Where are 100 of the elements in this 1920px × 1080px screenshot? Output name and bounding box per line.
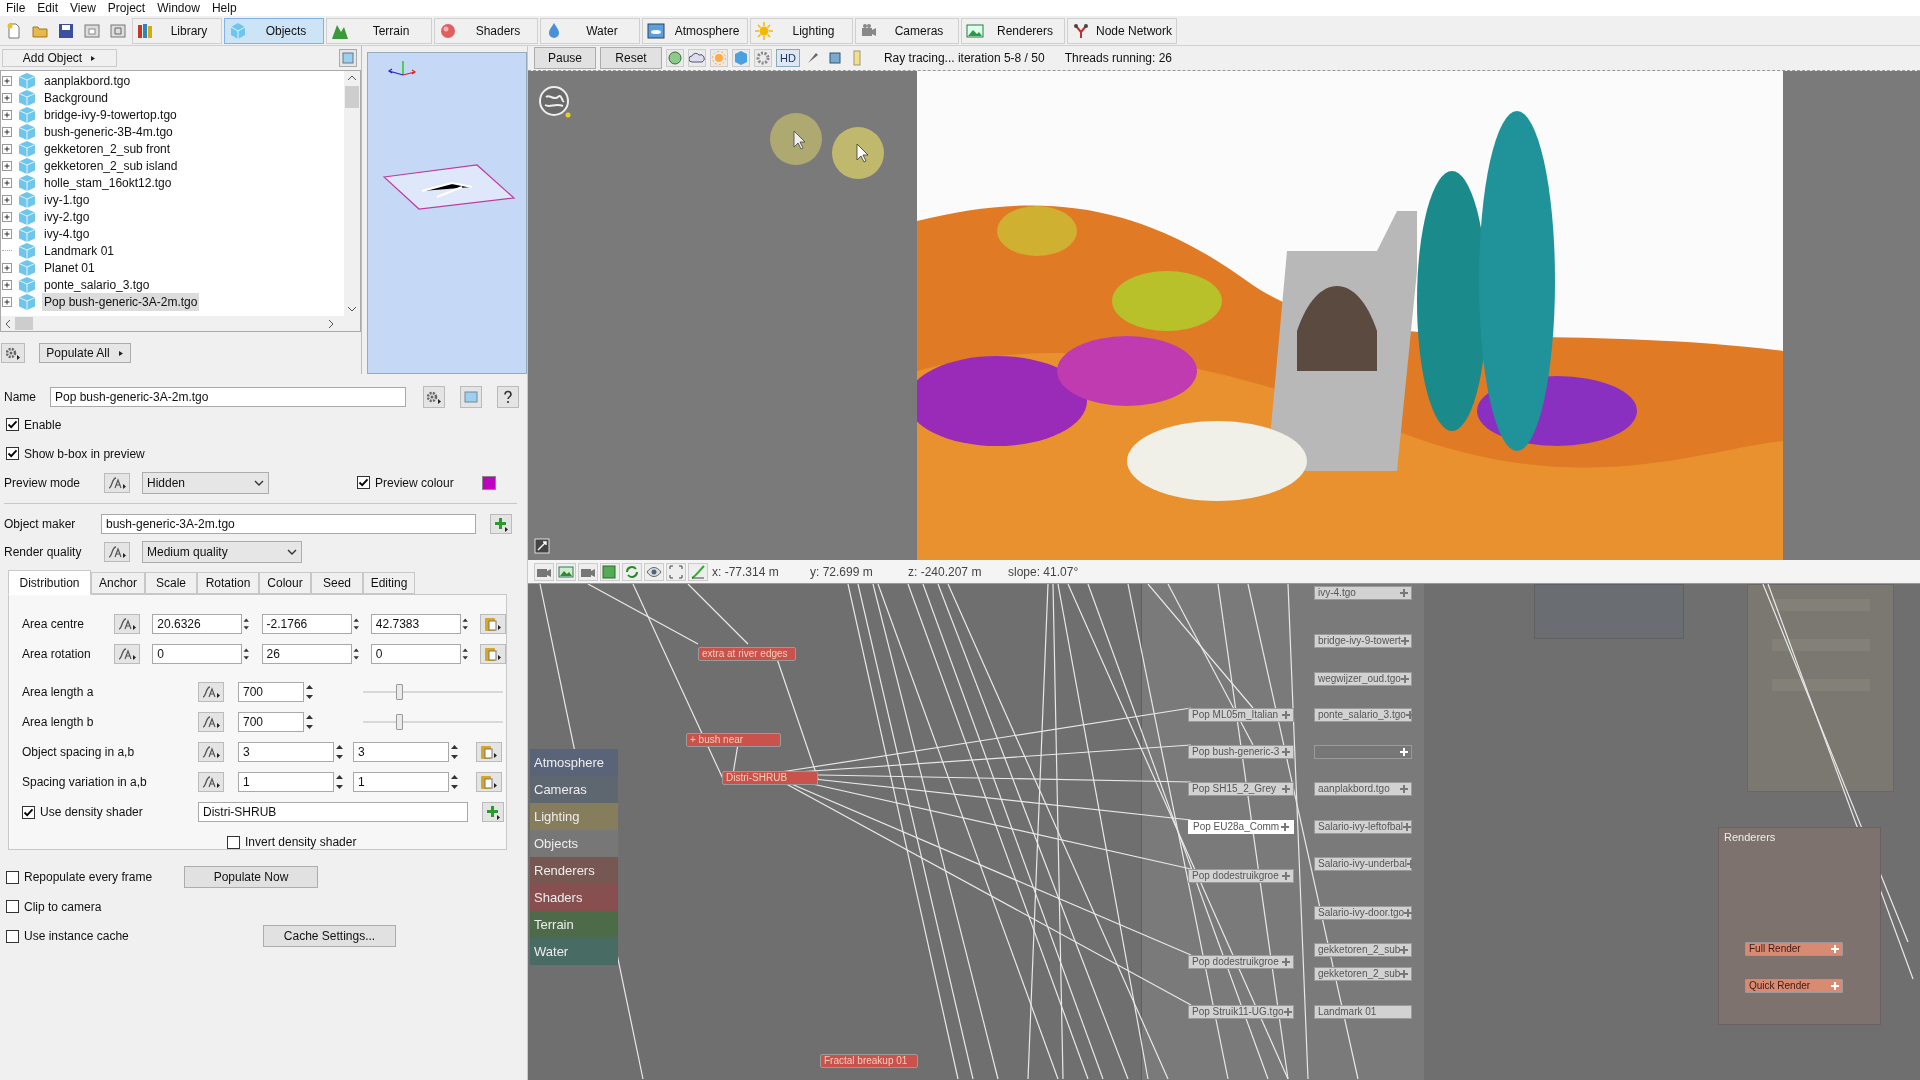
category-item[interactable]: Terrain [530, 911, 618, 938]
expand-icon[interactable] [2, 126, 12, 137]
checkbox[interactable] [6, 929, 19, 943]
tree-item[interactable]: Planet 01 [42, 258, 97, 277]
expand-icon[interactable] [2, 279, 12, 290]
plus-icon[interactable] [1282, 711, 1290, 719]
category-item[interactable]: Water [530, 938, 618, 965]
plus-icon[interactable] [1831, 982, 1839, 990]
expand-icon[interactable] [2, 194, 12, 205]
category-item[interactable]: Lighting [530, 803, 618, 830]
toolbar-tab[interactable]: Library [132, 17, 222, 44]
expand-icon[interactable] [2, 160, 12, 171]
plus-icon[interactable] [1400, 970, 1409, 978]
node[interactable] [1314, 745, 1412, 759]
node[interactable]: Pop dodestruikgroe [1188, 869, 1294, 883]
toolbar-button[interactable] [622, 562, 642, 581]
toolbar-tab[interactable]: Renderers [961, 17, 1065, 44]
node[interactable]: gekketoren_2_sub [1314, 943, 1412, 957]
expand-icon[interactable] [2, 109, 12, 120]
tab[interactable]: Distribution [8, 570, 91, 595]
function-button[interactable] [114, 644, 140, 664]
function-button[interactable] [198, 742, 224, 762]
node[interactable]: aanplakbord.tgo [1314, 782, 1412, 796]
node[interactable]: Salario-ivy-leftofbal [1314, 820, 1412, 834]
tree-item[interactable]: gekketoren_2_sub island [42, 156, 180, 175]
node[interactable]: Pop bush-generic-3 [1188, 745, 1294, 759]
function-button[interactable] [198, 772, 224, 792]
paste-button[interactable] [476, 772, 502, 792]
toolbar-tab[interactable]: Node Network [1067, 17, 1177, 44]
checkbox[interactable] [6, 418, 19, 431]
plus-icon[interactable] [1282, 872, 1290, 880]
menu-item[interactable]: Help [205, 0, 243, 16]
tab[interactable]: Anchor [91, 572, 145, 594]
category-item[interactable]: Renderers [530, 857, 618, 884]
input-field[interactable]: 42.7383 [370, 614, 461, 634]
plus-icon[interactable] [1400, 748, 1408, 756]
plus-icon[interactable] [1282, 958, 1290, 966]
toolbar-button[interactable] [556, 562, 576, 581]
scrollbar-thumb[interactable] [345, 86, 359, 108]
input-field[interactable]: 0 [152, 644, 243, 664]
add-button[interactable] [490, 514, 512, 534]
globe-icon[interactable] [538, 85, 572, 119]
checkbox[interactable] [22, 805, 35, 819]
tree-item[interactable]: gekketoren_2_sub front [42, 139, 173, 158]
toolbar-button[interactable] [534, 562, 554, 581]
tab[interactable]: Rotation [197, 572, 259, 594]
tab[interactable]: Editing [363, 572, 415, 594]
menu-item[interactable]: Window [151, 0, 206, 16]
expand-icon[interactable] [2, 296, 12, 307]
toolbar-button[interactable]: Reset [600, 47, 662, 69]
input-field[interactable]: 0 [370, 644, 461, 664]
function-button[interactable] [198, 682, 224, 702]
plus-icon[interactable] [1400, 946, 1409, 954]
plus-icon[interactable] [1400, 637, 1409, 645]
input-field[interactable]: 3 [238, 742, 334, 762]
settings-button[interactable] [422, 386, 445, 408]
tree-item[interactable]: ivy-2.tgo [42, 207, 92, 226]
horizontal-scrollbar[interactable] [1, 316, 360, 331]
slider[interactable] [363, 684, 503, 700]
plus-icon[interactable] [1406, 860, 1415, 868]
input-field[interactable]: 700 [238, 712, 304, 732]
plus-icon[interactable] [1282, 785, 1290, 793]
node[interactable]: Quick Render [1745, 979, 1843, 993]
input-field[interactable]: Distri-SHRUB [198, 802, 468, 822]
node[interactable]: Pop ML05m_Italian [1188, 708, 1294, 722]
node[interactable]: Salario-ivy-door.tgo [1314, 906, 1412, 920]
checkbox[interactable] [227, 835, 240, 849]
add-object-button[interactable]: Add Object [2, 49, 117, 67]
plus-icon[interactable] [1404, 909, 1413, 917]
menu-item[interactable]: Project [101, 0, 152, 16]
slider-thumb[interactable] [396, 714, 404, 730]
input-field[interactable]: -2.1766 [261, 614, 352, 634]
toolbar-button[interactable] [644, 562, 664, 581]
tab[interactable]: Scale [145, 572, 197, 594]
plus-icon[interactable] [1405, 711, 1414, 719]
plus-icon[interactable] [1281, 823, 1289, 831]
toolbar-tab[interactable]: Terrain [326, 17, 432, 44]
populate-now-button[interactable]: Populate Now [184, 866, 318, 888]
input-field[interactable]: bush-generic-3A-2m.tgo [101, 514, 476, 534]
tree-item[interactable]: Background [42, 88, 111, 107]
tree-item[interactable]: aanplakbord.tgo [42, 71, 133, 90]
node[interactable]: wegwijzer_oud.tgo [1314, 672, 1412, 686]
menu-item[interactable]: View [64, 0, 102, 16]
plus-icon[interactable] [1400, 785, 1408, 793]
spinner-arrows-icon[interactable] [304, 712, 315, 732]
node[interactable]: bridge-ivy-9-towert [1314, 634, 1412, 648]
input-field[interactable]: 3 [353, 742, 449, 762]
node[interactable]: ponte_salario_3.tgo [1314, 708, 1412, 722]
toolbar-button[interactable] [666, 49, 684, 67]
cache-settings-button[interactable]: Cache Settings... [263, 925, 396, 947]
category-item[interactable]: Cameras [530, 776, 618, 803]
toolbar-button[interactable] [688, 49, 706, 67]
vertical-scrollbar[interactable] [344, 71, 360, 316]
add-button[interactable] [482, 802, 504, 822]
toolbar-tab[interactable]: Atmosphere [642, 17, 748, 44]
function-button[interactable] [198, 712, 224, 732]
dropdown[interactable]: Hidden [142, 471, 269, 494]
plus-icon[interactable] [1403, 823, 1412, 831]
colour-swatch[interactable] [481, 475, 496, 490]
paste-button[interactable] [480, 644, 506, 664]
